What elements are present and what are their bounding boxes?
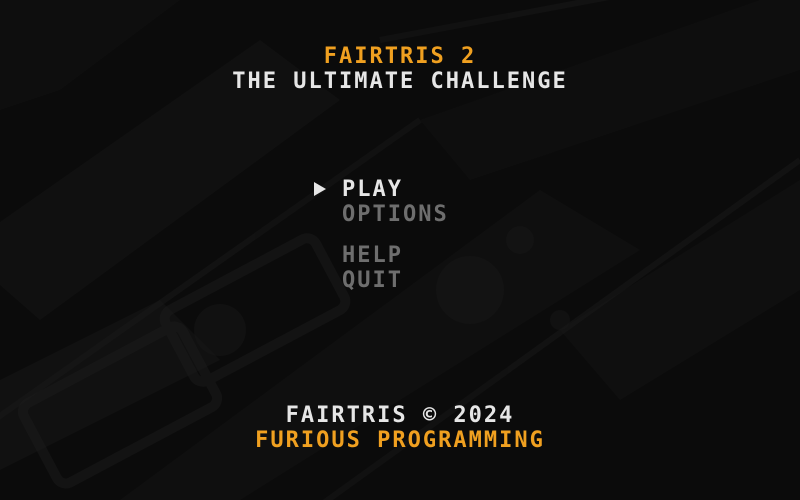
game-menu-screen: FAIRTRIS 2 THE ULTIMATE CHALLENGE PLAY O… <box>0 0 800 500</box>
author-text: FURIOUS PROGRAMMING <box>255 428 545 453</box>
menu-item-play[interactable]: PLAY <box>342 178 403 202</box>
game-subtitle: THE ULTIMATE CHALLENGE <box>232 69 568 94</box>
menu-item-help[interactable]: HELP <box>342 244 403 268</box>
menu-item-options[interactable]: OPTIONS <box>342 203 449 227</box>
menu-item-quit[interactable]: QUIT <box>342 269 403 293</box>
game-title: FAIRTRIS 2 <box>323 44 477 69</box>
copyright-text: FAIRTRIS © 2024 <box>285 403 515 428</box>
triangle-right-icon <box>314 182 326 196</box>
